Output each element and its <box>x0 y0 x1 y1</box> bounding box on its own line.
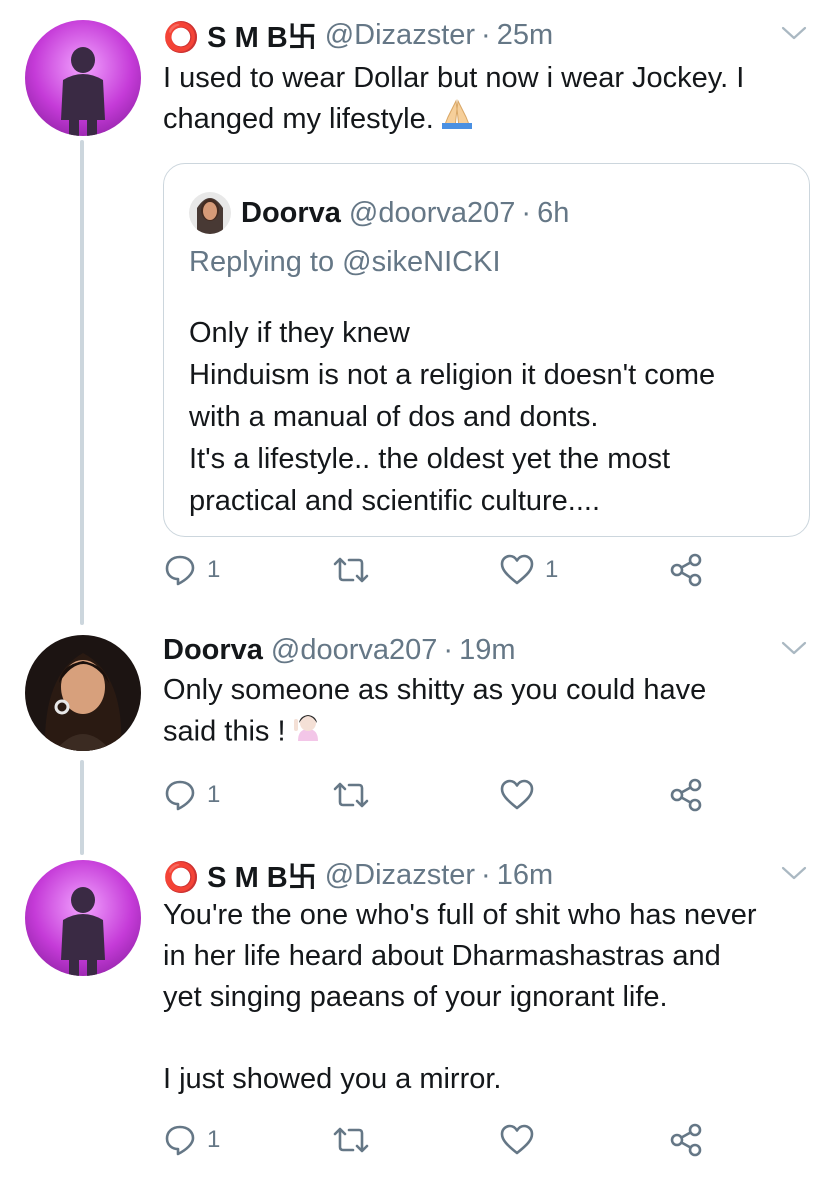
heart-icon <box>500 1124 534 1155</box>
timestamp[interactable]: 25m <box>497 19 553 52</box>
tweet-actions: 1 <box>163 1120 723 1160</box>
woman-raising-hand-icon <box>292 711 324 755</box>
separator-dot: · <box>481 858 491 891</box>
retweet-button[interactable] <box>331 775 381 815</box>
tweet-text: Only someone as shitty as you could have… <box>163 670 706 755</box>
reply-icon <box>165 1125 195 1156</box>
chevron-down-icon[interactable] <box>781 25 807 41</box>
tweet-text-content: Only someone as shitty as you could have… <box>163 674 707 748</box>
user-handle[interactable]: @Dizazster <box>325 859 475 892</box>
tweet[interactable]: ⭕ S M B卐 @Dizazster · 25m I used to wear… <box>0 15 837 595</box>
chevron-down-icon[interactable] <box>781 865 807 881</box>
like-count: 1 <box>545 556 559 583</box>
tweet-header: Doorva @doorva207 · 19m <box>163 630 516 670</box>
display-name[interactable]: Doorva <box>163 634 263 667</box>
folded-hands-icon <box>440 99 474 141</box>
avatar[interactable] <box>25 860 141 976</box>
share-button[interactable] <box>668 550 704 590</box>
separator-dot: · <box>481 18 491 51</box>
tweet-header: ⭕ S M B卐 @Dizazster · 16m <box>163 855 553 895</box>
retweet-button[interactable] <box>331 550 381 590</box>
like-button[interactable] <box>499 1120 545 1160</box>
share-icon <box>670 553 702 587</box>
tweet-text: I used to wear Dollar but now i wear Joc… <box>163 58 744 141</box>
display-name[interactable]: ⭕ S M B卐 <box>163 854 317 896</box>
reply-button[interactable]: 1 <box>163 1120 220 1160</box>
tweet[interactable]: Doorva @doorva207 · 19m Only someone as … <box>0 630 837 815</box>
retweet-button[interactable] <box>331 1120 381 1160</box>
avatar[interactable] <box>189 192 231 234</box>
share-button[interactable] <box>668 775 704 815</box>
share-button[interactable] <box>668 1120 704 1160</box>
reply-button[interactable]: 1 <box>163 775 220 815</box>
tweet-actions: 1 <box>163 775 723 815</box>
like-button[interactable] <box>499 775 545 815</box>
like-button[interactable]: 1 <box>499 550 558 590</box>
chevron-down-icon[interactable] <box>781 640 807 656</box>
share-icon <box>670 1123 702 1157</box>
reply-button[interactable]: 1 <box>163 550 220 590</box>
share-icon <box>670 778 702 812</box>
user-handle[interactable]: @Dizazster <box>325 19 475 52</box>
replying-to[interactable]: Replying to @sikeNICKI <box>189 246 501 279</box>
heart-icon <box>500 554 534 585</box>
user-handle[interactable]: @doorva207 <box>271 634 438 667</box>
display-name[interactable]: ⭕ S M B卐 <box>163 14 317 56</box>
reply-count: 1 <box>207 556 221 583</box>
avatar[interactable] <box>25 635 141 751</box>
tweet-header: ⭕ S M B卐 @Dizazster · 25m <box>163 15 553 55</box>
timestamp[interactable]: 16m <box>497 859 553 892</box>
reply-icon <box>165 780 195 811</box>
avatar[interactable] <box>25 20 141 136</box>
timestamp[interactable]: 6h <box>537 197 569 230</box>
user-handle[interactable]: @doorva207 <box>349 197 516 230</box>
retweet-icon <box>333 1127 369 1153</box>
retweet-icon <box>333 782 369 808</box>
reply-icon <box>165 555 195 586</box>
reply-count: 1 <box>207 781 221 808</box>
reply-count: 1 <box>207 1126 221 1153</box>
quoted-tweet-text: Only if they knew Hinduism is not a reli… <box>189 317 716 517</box>
separator-dot: · <box>521 196 532 229</box>
retweet-icon <box>333 557 369 583</box>
display-name[interactable]: Doorva <box>241 197 341 230</box>
quoted-tweet-header: Doorva @doorva207 · 6h <box>241 192 569 234</box>
tweet-text: You're the one who's full of shit who ha… <box>163 899 757 1095</box>
timestamp[interactable]: 19m <box>459 634 515 667</box>
quoted-tweet[interactable]: Doorva @doorva207 · 6h Replying to @sike… <box>163 163 810 537</box>
tweet[interactable]: ⭕ S M B卐 @Dizazster · 16m You're the one… <box>0 855 837 1195</box>
heart-icon <box>500 779 534 810</box>
separator-dot: · <box>443 633 454 666</box>
tweet-actions: 1 1 <box>163 550 723 590</box>
